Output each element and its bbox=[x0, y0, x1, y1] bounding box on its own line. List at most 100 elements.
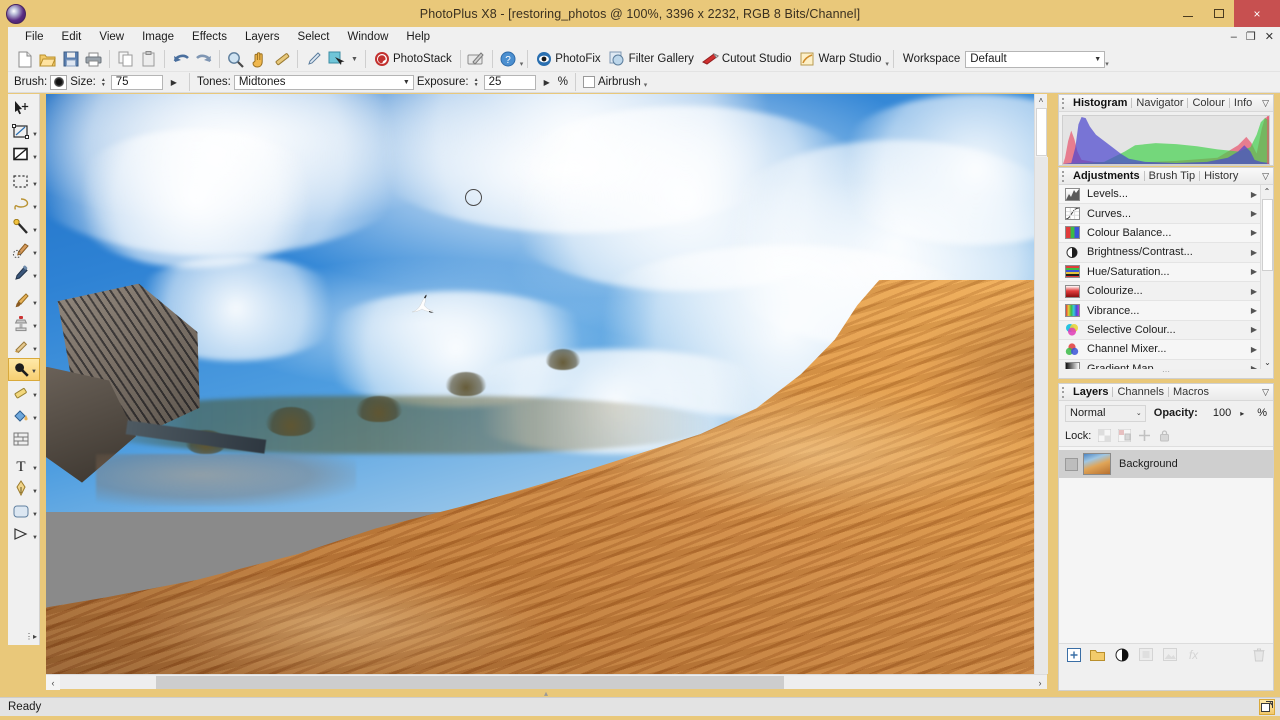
adjustment-curves[interactable]: Curves... ▶ bbox=[1059, 204, 1273, 224]
node-edit-tool[interactable]: ▼ bbox=[8, 523, 40, 546]
canvas-splitter[interactable]: ▴ bbox=[46, 689, 1047, 698]
scroll-left-icon[interactable]: ‹ bbox=[46, 675, 60, 690]
clone-tool-flyout-icon[interactable]: ▼ bbox=[32, 324, 38, 330]
retouch-brush-tool[interactable]: ▼ bbox=[8, 239, 40, 262]
smudge-tool-flyout-icon[interactable]: ▼ bbox=[32, 347, 38, 353]
lock-transparency-icon[interactable] bbox=[1097, 429, 1111, 443]
lock-position-icon[interactable] bbox=[1137, 429, 1151, 443]
text-tool[interactable]: T ▼ bbox=[8, 454, 40, 477]
menu-item-file[interactable]: File bbox=[16, 29, 53, 45]
pen-tool[interactable]: ▼ bbox=[8, 477, 40, 500]
adjustment-gradient-map[interactable]: Gradient Map ▶ bbox=[1059, 359, 1273, 369]
print-icon[interactable] bbox=[82, 48, 105, 70]
menu-item-effects[interactable]: Effects bbox=[183, 29, 236, 45]
help-dropdown-icon[interactable]: ▾ bbox=[520, 60, 524, 68]
shape-tool-flyout-icon[interactable]: ▼ bbox=[32, 512, 38, 518]
scroll-down-icon[interactable]: ⌄ bbox=[1261, 356, 1273, 369]
new-document-icon[interactable] bbox=[13, 48, 36, 70]
size-flyout-icon[interactable]: ▶ bbox=[166, 78, 182, 87]
exposure-flyout-icon[interactable]: ▶ bbox=[539, 78, 555, 87]
scroll-up-icon[interactable]: ⌃ bbox=[1261, 185, 1273, 198]
crop-tool-flyout-icon[interactable]: ▼ bbox=[32, 155, 38, 161]
tab-adjustments[interactable]: Adjustments bbox=[1069, 170, 1144, 182]
quick-select-icon[interactable] bbox=[325, 48, 348, 70]
image-canvas[interactable] bbox=[46, 94, 1046, 674]
layer-visibility-toggle[interactable] bbox=[1065, 457, 1078, 471]
toolbox-expand-icon[interactable]: ⋮▸ bbox=[25, 632, 37, 641]
adjustment-colourize[interactable]: Colourize... ▶ bbox=[1059, 281, 1273, 302]
add-mask-icon[interactable] bbox=[1138, 647, 1153, 662]
add-adjustment-icon[interactable] bbox=[1114, 647, 1129, 662]
adjustment-channel-mixer[interactable]: Channel Mixer... ▶ bbox=[1059, 340, 1273, 360]
eraser-flyout-icon[interactable]: ▼ bbox=[32, 393, 38, 399]
colour-picker-icon[interactable] bbox=[302, 48, 325, 70]
menu-item-window[interactable]: Window bbox=[339, 29, 398, 45]
tab-history[interactable]: History bbox=[1200, 170, 1242, 182]
lock-all-icon[interactable] bbox=[1157, 429, 1171, 443]
add-depth-map-icon[interactable] bbox=[1162, 647, 1177, 662]
tab-brush-tip[interactable]: Brush Tip bbox=[1145, 170, 1199, 182]
panel-menu-icon[interactable]: ▽ bbox=[1262, 387, 1269, 398]
delete-layer-icon[interactable] bbox=[1251, 647, 1266, 662]
lasso-select-tool[interactable]: ▼ bbox=[8, 193, 40, 216]
dodge-burn-tool[interactable]: ▼ bbox=[8, 358, 40, 381]
adjustment-flyout-icon[interactable]: ▶ bbox=[1251, 306, 1257, 315]
lasso-select-flyout-icon[interactable]: ▼ bbox=[32, 205, 38, 211]
add-group-icon[interactable] bbox=[1090, 647, 1105, 662]
magic-wand-flyout-icon[interactable]: ▼ bbox=[32, 228, 38, 234]
adjustment-vibrance[interactable]: Vibrance... ▶ bbox=[1059, 301, 1273, 321]
airbrush-checkbox[interactable] bbox=[582, 76, 595, 88]
pen-tool-flyout-icon[interactable]: ▼ bbox=[32, 489, 38, 495]
pattern-tool[interactable] bbox=[8, 427, 40, 450]
flood-fill-flyout-icon[interactable]: ▼ bbox=[32, 416, 38, 422]
shape-tool[interactable]: ▼ bbox=[8, 500, 40, 523]
adjustment-hue-saturation[interactable]: Hue/Saturation... ▶ bbox=[1059, 262, 1273, 282]
tab-layers[interactable]: Layers bbox=[1069, 386, 1112, 398]
tab-info[interactable]: Info bbox=[1230, 97, 1256, 109]
paste-icon[interactable] bbox=[137, 48, 160, 70]
brush-preset-button[interactable] bbox=[50, 74, 68, 90]
eraser-tool[interactable]: ▼ bbox=[8, 381, 40, 404]
adjustment-flyout-icon[interactable]: ▶ bbox=[1251, 267, 1257, 276]
adjustment-flyout-icon[interactable]: ▶ bbox=[1251, 364, 1257, 369]
opacity-value[interactable]: 100 bbox=[1202, 407, 1231, 419]
transform-tool[interactable]: ▼ bbox=[8, 120, 40, 143]
menu-item-image[interactable]: Image bbox=[133, 29, 183, 45]
adjustment-flyout-icon[interactable]: ▶ bbox=[1251, 190, 1257, 199]
copy-icon[interactable] bbox=[114, 48, 137, 70]
size-input[interactable]: 75 bbox=[110, 74, 163, 90]
close-button[interactable]: × bbox=[1234, 0, 1280, 27]
exposure-stepper[interactable]: ▲ ▼ bbox=[472, 77, 481, 87]
document-minimize-button[interactable]: – bbox=[1231, 31, 1237, 43]
vertical-scroll-thumb[interactable] bbox=[1036, 108, 1047, 156]
adjustments-resize-grip[interactable]: ⋯ bbox=[1059, 368, 1273, 376]
dodge-burn-flyout-icon[interactable]: ▼ bbox=[31, 369, 37, 375]
layer-list[interactable]: Background bbox=[1059, 447, 1273, 643]
magic-wand-tool[interactable]: ▼ bbox=[8, 216, 40, 239]
adjustment-colour-balance[interactable]: Colour Balance... ▶ bbox=[1059, 223, 1273, 244]
add-layer-icon[interactable] bbox=[1066, 647, 1081, 662]
blend-mode-select[interactable]: Normal ⌄ bbox=[1065, 404, 1146, 422]
exposure-input[interactable]: 25 bbox=[483, 74, 536, 90]
colour-picker-flyout-icon[interactable]: ▼ bbox=[32, 274, 38, 280]
flood-fill-tool[interactable]: ▼ bbox=[8, 404, 40, 427]
adjustment-flyout-icon[interactable]: ▶ bbox=[1251, 345, 1257, 354]
scroll-up-icon[interactable]: ˄ bbox=[1035, 94, 1047, 107]
maximize-button[interactable] bbox=[1203, 0, 1234, 27]
tab-navigator[interactable]: Navigator bbox=[1132, 97, 1187, 109]
adjustments-scrollbar[interactable]: ⌃ ⌄ bbox=[1260, 185, 1273, 369]
paintbrush-flyout-icon[interactable]: ▼ bbox=[32, 301, 38, 307]
vertical-scroll-track[interactable] bbox=[1035, 157, 1048, 674]
open-folder-icon[interactable] bbox=[36, 48, 59, 70]
filter-gallery-button[interactable]: Filter Gallery bbox=[605, 48, 698, 70]
studios-overflow-icon[interactable]: ▾ bbox=[885, 60, 889, 68]
cutout-studio-button[interactable]: Cutout Studio bbox=[698, 48, 796, 70]
adjustment-flyout-icon[interactable]: ▶ bbox=[1251, 287, 1257, 296]
menu-item-layers[interactable]: Layers bbox=[236, 29, 289, 45]
menu-item-help[interactable]: Help bbox=[397, 29, 439, 45]
transform-tool-flyout-icon[interactable]: ▼ bbox=[32, 132, 38, 138]
photostack-button[interactable]: PhotoStack bbox=[370, 48, 456, 70]
scroll-right-icon[interactable]: › bbox=[1033, 675, 1047, 690]
photofix-button[interactable]: PhotoFix bbox=[532, 48, 604, 70]
tablet-icon[interactable] bbox=[465, 48, 488, 70]
